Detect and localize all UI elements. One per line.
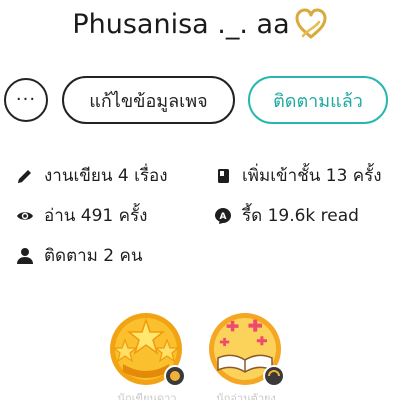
stat-votes-label: รี้ด 19.6k read — [242, 206, 359, 226]
stat-library: เพิ่มเข้าชั้น 13 ครั้ง — [214, 162, 382, 189]
stat-library-label: เพิ่มเข้าชั้น 13 ครั้ง — [242, 166, 382, 186]
profile-name: Phusanisa ._. aa — [72, 8, 290, 40]
stat-works: งานเขียน 4 เรื่อง — [16, 162, 168, 189]
writer-badge-label: นักเขียนดาว — [117, 392, 177, 400]
following-button[interactable]: ติดตามแล้ว — [248, 76, 388, 124]
stat-reads: อ่าน 491 ครั้ง — [16, 202, 147, 229]
book-icon — [214, 167, 232, 185]
more-options-icon: ··· — [15, 89, 37, 110]
pencil-icon — [16, 167, 34, 185]
eye-icon — [16, 207, 34, 225]
reader-badge-label: นักอ่านตัวยง — [216, 392, 276, 400]
svg-text:A: A — [220, 212, 227, 222]
more-options-button[interactable]: ··· — [4, 78, 48, 122]
read-badge-icon: A — [214, 207, 232, 225]
person-icon — [16, 247, 34, 265]
stat-reads-label: อ่าน 491 ครั้ง — [44, 206, 148, 226]
edit-page-button[interactable]: แก้ไขข้อมูลเพจ — [62, 76, 235, 124]
open-book-icon — [209, 313, 285, 387]
profile-header: Phusanisa ._. aa — [0, 8, 400, 40]
stat-votes: A รี้ด 19.6k read — [214, 202, 359, 229]
reader-badge[interactable] — [208, 312, 285, 388]
profile-actions: ··· แก้ไขข้อมูลเพจ ติดตามแล้ว — [0, 76, 400, 126]
writer-badge[interactable] — [109, 312, 186, 388]
stat-works-label: งานเขียน 4 เรื่อง — [44, 166, 168, 186]
stat-followers: ติดตาม 2 คน — [16, 242, 143, 269]
heart-icon — [295, 8, 327, 39]
stars-icon — [110, 313, 186, 387]
stat-followers-label: ติดตาม 2 คน — [44, 246, 143, 266]
